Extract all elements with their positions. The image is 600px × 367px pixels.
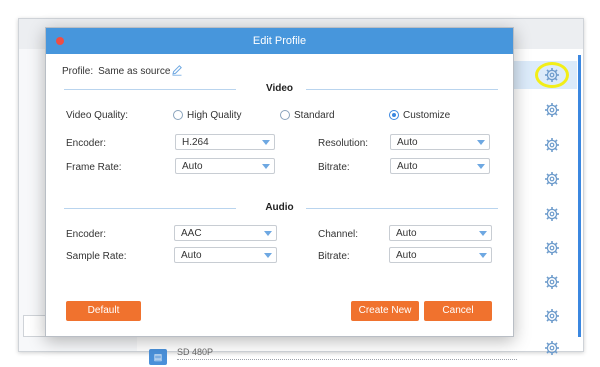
gear-icon[interactable]	[544, 102, 560, 118]
video-bitrate-value: Auto	[397, 161, 418, 172]
audio-encoder-label: Encoder:	[66, 229, 107, 240]
sample-rate-select[interactable]: Auto	[174, 247, 277, 263]
create-new-button[interactable]: Create New	[351, 301, 419, 321]
dialog-title: Edit Profile	[252, 35, 307, 47]
profile-row-details	[177, 359, 517, 364]
high-quality-label: High Quality	[187, 110, 242, 121]
pencil-icon[interactable]	[171, 64, 183, 76]
audio-encoder-select[interactable]: AAC	[174, 225, 277, 241]
sample-rate-label: Sample Rate:	[66, 251, 127, 262]
chevron-down-icon	[477, 140, 485, 145]
chevron-down-icon	[262, 140, 270, 145]
default-button[interactable]: Default	[66, 301, 141, 321]
dialog-titlebar: Edit Profile	[46, 28, 513, 54]
frame-rate-select[interactable]: Auto	[175, 158, 275, 174]
edit-profile-dialog: Edit Profile Profile: Same as source Vide…	[45, 27, 514, 337]
chevron-down-icon	[477, 164, 485, 169]
profile-label: Profile:	[62, 66, 94, 77]
gear-icon[interactable]	[544, 340, 560, 356]
standard-label: Standard	[294, 110, 335, 121]
profile-line: Profile: Same as source	[62, 66, 170, 77]
gear-icon[interactable]	[544, 240, 560, 256]
gear-icon[interactable]	[544, 308, 560, 324]
gear-icon[interactable]	[544, 171, 560, 187]
sample-rate-value: Auto	[181, 250, 202, 261]
video-encoder-label: Encoder:	[66, 138, 107, 149]
gear-icon[interactable]	[544, 137, 560, 153]
video-file-icon: ▤	[149, 349, 167, 365]
chevron-down-icon	[264, 253, 272, 258]
customize-radio[interactable]	[389, 110, 399, 120]
resolution-label: Resolution:	[318, 138, 369, 149]
profile-row-label: SD 480P	[177, 347, 214, 357]
frame-rate-label: Frame Rate:	[66, 162, 122, 173]
channel-select[interactable]: Auto	[389, 225, 492, 241]
video-encoder-select[interactable]: H.264	[175, 134, 275, 150]
cancel-button[interactable]: Cancel	[424, 301, 492, 321]
channel-label: Channel:	[318, 229, 359, 240]
audio-bitrate-label: Bitrate:	[318, 251, 350, 262]
video-bitrate-select[interactable]: Auto	[390, 158, 490, 174]
high-quality-radio[interactable]	[173, 110, 183, 120]
gear-icon[interactable]	[544, 67, 560, 83]
profile-value: Same as source	[98, 66, 171, 77]
chevron-down-icon	[479, 231, 487, 236]
section-divider	[306, 208, 498, 209]
audio-encoder-value: AAC	[181, 228, 202, 239]
video-bitrate-label: Bitrate:	[318, 162, 350, 173]
section-divider	[306, 89, 498, 90]
audio-bitrate-select[interactable]: Auto	[389, 247, 492, 263]
customize-label: Customize	[403, 110, 451, 121]
resolution-value: Auto	[397, 137, 418, 148]
audio-bitrate-value: Auto	[396, 250, 417, 261]
chevron-down-icon	[264, 231, 272, 236]
gear-icon[interactable]	[544, 274, 560, 290]
chevron-down-icon	[479, 253, 487, 258]
frame-rate-value: Auto	[182, 161, 203, 172]
scrollbar[interactable]	[578, 55, 581, 337]
standard-radio[interactable]	[280, 110, 290, 120]
chevron-down-icon	[262, 164, 270, 169]
video-encoder-value: H.264	[182, 137, 209, 148]
gear-icon[interactable]	[544, 206, 560, 222]
channel-value: Auto	[396, 228, 417, 239]
video-quality-label: Video Quality:	[66, 110, 129, 121]
resolution-select[interactable]: Auto	[390, 134, 490, 150]
